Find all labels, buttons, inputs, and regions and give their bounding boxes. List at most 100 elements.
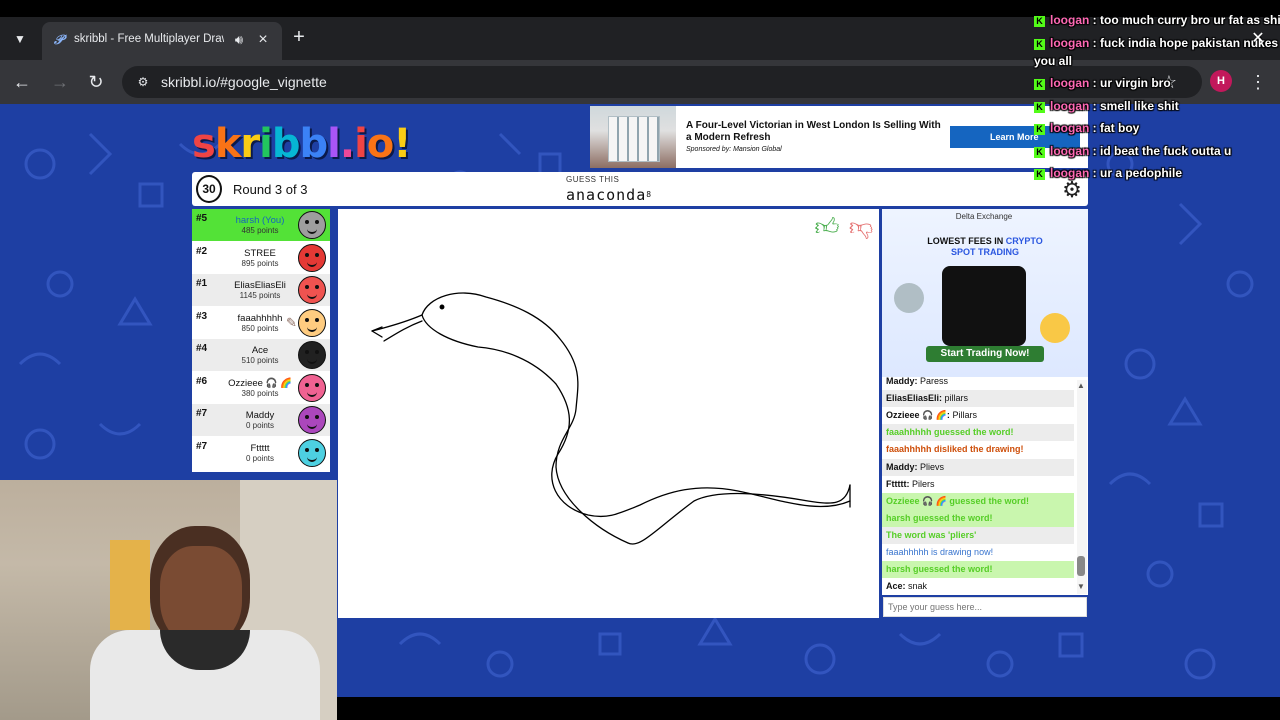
player-rank: #7 bbox=[196, 408, 208, 419]
chat-text: Pilers bbox=[912, 478, 935, 489]
player-avatar bbox=[298, 406, 326, 434]
chat-message: Ozzieee 🎧 🌈: Pillars bbox=[882, 407, 1074, 424]
player-row[interactable]: #6 Ozzieee 🎧 🌈 380 points bbox=[192, 372, 330, 404]
browser-tab[interactable]: 𝒫 skribbl - Free Multiplayer Drawing 🔊︎ … bbox=[42, 22, 282, 60]
tab-title: skribbl - Free Multiplayer Drawing bbox=[74, 33, 224, 45]
site-info-icon[interactable]: ⚙ bbox=[134, 73, 152, 91]
chat-message: Ozzieee 🎧 🌈 guessed the word! bbox=[882, 492, 1074, 510]
player-name: EliasEliasEli bbox=[234, 280, 286, 291]
overlay-user: loogan bbox=[1050, 76, 1090, 90]
chat-scroll-thumb[interactable] bbox=[1077, 556, 1085, 576]
chat-message: harsh guessed the word! bbox=[882, 561, 1074, 579]
player-name: Ace bbox=[251, 345, 269, 356]
overlay-text: : ur virgin bro bbox=[1092, 76, 1171, 90]
ad-headline: LOWEST FEES IN CRYPTO SPOT TRADING bbox=[892, 236, 1078, 260]
thumbs-up-icon[interactable]: 👍︎ bbox=[812, 213, 842, 243]
chat-message: Ace: snak bbox=[882, 578, 1074, 595]
pencil-icon: ✎ bbox=[286, 314, 297, 330]
player-row[interactable]: #5 harsh (You) 485 points bbox=[192, 209, 330, 241]
scroll-up-icon[interactable]: ▲ bbox=[1076, 381, 1086, 391]
ad-title: A Four-Level Victorian in West London Is… bbox=[686, 120, 941, 143]
guess-input[interactable] bbox=[883, 597, 1087, 617]
overlay-user: loogan bbox=[1050, 121, 1090, 135]
round-indicator: Round 3 of 3 bbox=[233, 182, 308, 197]
reload-icon[interactable]: ↻ bbox=[84, 70, 108, 94]
player-row[interactable]: #1 EliasEliasEli 1145 points bbox=[192, 274, 330, 306]
chat-text: Ozzieee 🎧 🌈 guessed the word! bbox=[886, 495, 1029, 506]
player-list: #5 harsh (You) 485 points #2 STREE 895 points… bbox=[192, 209, 330, 472]
overlay-text: : id beat the fuck outta u bbox=[1092, 144, 1232, 158]
overlay-text: : too much curry bro ur fat as shit bbox=[1092, 13, 1280, 27]
overlay-close-icon[interactable]: ✕ bbox=[1250, 31, 1266, 47]
overlay-user: loogan bbox=[1050, 166, 1090, 180]
chat-text: Pillars bbox=[952, 410, 977, 421]
player-row[interactable]: #2 STREE 895 points bbox=[192, 242, 330, 274]
chat-text: harsh guessed the word! bbox=[886, 564, 993, 575]
forward-icon[interactable]: → bbox=[48, 70, 72, 94]
ad-headline-c: SPOT TRADING bbox=[950, 247, 1019, 257]
chat-text: Plievs bbox=[920, 461, 945, 472]
player-name: harsh (You) bbox=[235, 215, 285, 226]
webcam-feed bbox=[0, 480, 337, 720]
chat-message: Maddy: Plievs bbox=[882, 458, 1074, 476]
overlay-message: Kloogan : fuck india hope pakistan nukes bbox=[1034, 35, 1278, 51]
player-points: 510 points bbox=[241, 356, 279, 365]
kick-badge-icon: K bbox=[1034, 124, 1045, 135]
player-rank: #7 bbox=[196, 440, 208, 452]
chat-user: EliasEliasEli: bbox=[886, 393, 943, 404]
player-avatar bbox=[298, 243, 326, 272]
player-rank: #5 bbox=[196, 213, 208, 224]
browser-menu-icon[interactable]: ⋮ bbox=[1248, 70, 1268, 94]
overlay-message: you all bbox=[1034, 53, 1072, 69]
player-avatar bbox=[298, 373, 326, 402]
overlay-user: loogan bbox=[1050, 36, 1090, 50]
new-tab-button[interactable]: + bbox=[288, 26, 310, 48]
close-tab-icon[interactable]: × bbox=[254, 31, 272, 49]
profile-avatar[interactable]: H bbox=[1210, 70, 1232, 92]
overlay-message: Kloogan : too much curry bro ur fat as s… bbox=[1034, 12, 1280, 28]
player-name: Fttttt bbox=[250, 442, 270, 454]
player-row[interactable]: #3 faaahhhhh 850 points ✎ bbox=[192, 307, 330, 339]
overlay-user: loogan bbox=[1050, 99, 1090, 113]
chat-user: Maddy: bbox=[886, 377, 918, 386]
chat-message: EliasEliasEli: pillars bbox=[882, 390, 1074, 408]
drawing-canvas[interactable] bbox=[338, 209, 879, 618]
overlay-message: Kloogan : id beat the fuck outta u bbox=[1034, 143, 1231, 159]
thumbs-down-icon[interactable]: 👎︎ bbox=[846, 213, 876, 243]
player-name: Ozzieee 🎧 🌈 bbox=[228, 377, 292, 389]
player-row[interactable]: #7 Fttttt 0 points bbox=[192, 437, 330, 469]
overlay-user: loogan bbox=[1050, 13, 1090, 27]
bitcoin-icon bbox=[1040, 313, 1070, 343]
kick-badge-icon: K bbox=[1034, 39, 1045, 50]
player-avatar bbox=[298, 211, 326, 239]
chat-user: Ozzieee 🎧 🌈: bbox=[886, 410, 950, 421]
chat-log[interactable]: Maddy: Paress EliasEliasEli: pillars Ozzie… bbox=[882, 377, 1088, 595]
skribbl-favicon-icon: 𝒫 bbox=[54, 32, 64, 47]
coin-icon bbox=[894, 283, 924, 313]
speaker-icon[interactable]: 🔊︎ bbox=[230, 31, 248, 49]
scroll-down-icon[interactable]: ▼ bbox=[1076, 582, 1086, 592]
tab-search-icon[interactable]: ▼ bbox=[8, 27, 32, 51]
ad-cta-button[interactable]: Start Trading Now! bbox=[926, 346, 1044, 362]
phone-graphic bbox=[942, 266, 1026, 346]
chat-text: harsh guessed the word! bbox=[886, 512, 993, 523]
skribbl-logo: skribbl.io! bbox=[192, 121, 412, 167]
chat-text: The word was 'pliers' bbox=[886, 529, 977, 540]
overlay-text: you all bbox=[1034, 54, 1073, 68]
banner-ad[interactable]: A Four-Level Victorian in West London Is… bbox=[590, 106, 1088, 168]
ad-headline-a: LOWEST FEES IN bbox=[927, 236, 1004, 246]
player-rank: #3 bbox=[196, 310, 208, 322]
url-text[interactable]: skribbl.io/#google_vignette bbox=[161, 73, 327, 91]
chat-message: faaahhhhh guessed the word! bbox=[882, 424, 1074, 442]
player-avatar bbox=[298, 341, 326, 369]
player-row[interactable]: #4 Ace 510 points bbox=[192, 339, 330, 371]
snake-drawing bbox=[371, 292, 851, 545]
chat-message: harsh guessed the word! bbox=[882, 509, 1074, 527]
overlay-message: Kloogan : smell like shit bbox=[1034, 98, 1179, 114]
back-icon[interactable]: ← bbox=[10, 70, 34, 94]
settings-gear-icon[interactable]: ⚙ bbox=[1060, 178, 1084, 202]
player-row[interactable]: #7 Maddy 0 points bbox=[192, 404, 330, 436]
player-points: 485 points bbox=[241, 226, 279, 235]
player-points: 895 points bbox=[241, 258, 279, 268]
chat-text: faaahhhhh is drawing now! bbox=[886, 547, 994, 557]
